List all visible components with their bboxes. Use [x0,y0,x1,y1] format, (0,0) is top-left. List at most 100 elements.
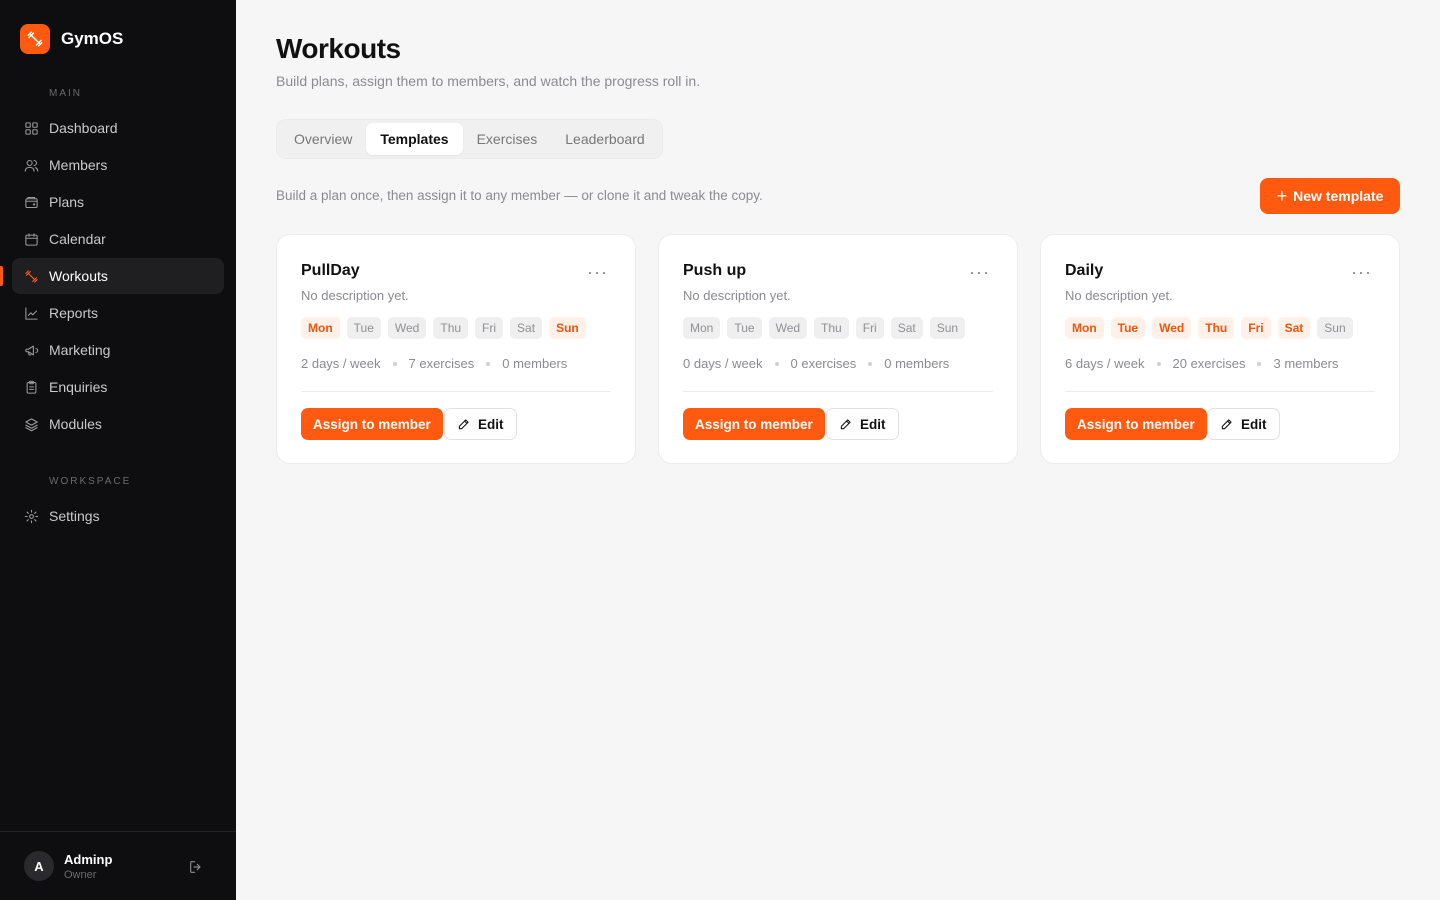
card-stats: 0 days / week 0 exercises 0 members [683,356,949,371]
day-chip-tue: Tue [346,317,381,339]
day-chips: Mon Tue Wed Thu Fri Sat Sun [1065,317,1360,339]
card-title: PullDay [301,262,360,279]
exercise-count: 7 exercises [408,356,475,371]
template-card: PullDay ··· No description yet. Mon Tue We… [276,234,636,464]
template-card: Push up ··· No description yet. Mon Tue We… [658,234,1018,464]
edit-label: Edit [1241,416,1267,432]
card-description: No description yet. [1065,288,1173,303]
new-template-button[interactable]: + New template [1260,178,1400,214]
users-icon [24,159,39,172]
card-divider [301,391,611,392]
sidebar-item-dashboard[interactable]: Dashboard [12,110,224,146]
dumbbell-icon [25,269,38,283]
day-chip-fri: Fri [475,317,504,339]
brand[interactable]: GymOS [20,24,123,54]
assign-to-member-button[interactable]: Assign to member [683,408,825,440]
user-info: Adminp Owner [64,852,112,881]
day-chip-thu: Thu [814,317,849,339]
sidebar-item-marketing[interactable]: Marketing [12,332,224,368]
edit-label: Edit [478,416,504,432]
day-chip-sat: Sat [510,317,543,339]
edit-button[interactable]: Edit [826,408,899,440]
sidebar-item-workouts[interactable]: Workouts [0,258,224,294]
template-cards: PullDay ··· No description yet. Mon Tue We… [276,234,1400,464]
logout-icon[interactable] [188,859,204,875]
separator-dot [868,361,873,366]
sidebar-item-plans[interactable]: Plans [12,184,224,220]
sidebar-item-enquiries[interactable]: Enquiries [12,369,224,405]
user-role: Owner [64,868,97,881]
more-options-icon[interactable]: ··· [969,263,990,281]
sidebar: GymOS MAIN Dashboard Members Plans Calen… [0,0,236,900]
sidebar-item-label: Settings [49,508,100,524]
day-chip-mon: Mon [683,317,721,339]
avatar[interactable]: A [24,851,54,881]
card-title: Daily [1065,262,1104,279]
separator-dot [486,361,491,366]
more-options-icon[interactable]: ··· [587,263,608,281]
more-options-icon[interactable]: ··· [1351,263,1372,281]
exercise-count: 20 exercises [1172,356,1246,371]
sidebar-item-label: Plans [49,194,85,210]
day-chip-mon: Mon [301,317,340,339]
days-per-week: 0 days / week [683,356,763,371]
chart-line-icon [25,306,38,320]
day-chip-tue: Tue [727,317,762,339]
card-description: No description yet. [301,288,409,303]
edit-button[interactable]: Edit [444,408,517,440]
day-chips: Mon Tue Wed Thu Fri Sat Sun [683,317,972,339]
member-count: 0 members [884,356,950,371]
page-subtitle: Build plans, assign them to members, and… [276,73,701,89]
pencil-icon [1221,419,1232,430]
card-divider [1065,391,1375,392]
new-template-label: New template [1293,188,1384,204]
separator-dot [1156,361,1161,366]
member-count: 3 members [1273,356,1339,371]
assign-to-member-button[interactable]: Assign to member [1065,408,1207,440]
card-description: No description yet. [683,288,791,303]
user-profile: A Adminp Owner [0,831,236,900]
sidebar-item-calendar[interactable]: Calendar [12,221,224,257]
section-label-main: MAIN [49,88,82,99]
sidebar-item-label: Dashboard [49,120,118,136]
day-chip-wed: Wed [1152,317,1192,339]
exercise-count: 0 exercises [790,356,857,371]
day-chip-thu: Thu [433,317,469,339]
day-chip-tue: Tue [1110,317,1146,339]
separator-dot [774,361,779,366]
page-title: Workouts [276,33,401,64]
tab-bar: Overview Templates Exercises Leaderboard [276,119,663,159]
sidebar-item-members[interactable]: Members [12,147,224,183]
separator-dot [1257,361,1262,366]
day-chip-thu: Thu [1198,317,1235,339]
tab-exercises[interactable]: Exercises [463,123,552,155]
day-chips: Mon Tue Wed Thu Fri Sat Sun [301,317,593,339]
tab-leaderboard[interactable]: Leaderboard [551,123,658,155]
brand-name: GymOS [61,29,124,48]
sidebar-workspace-nav: Settings [12,498,224,535]
edit-label: Edit [860,416,886,432]
plus-icon: + [1276,186,1288,206]
template-card: Daily ··· No description yet. Mon Tue Wed T… [1040,234,1400,464]
user-name: Adminp [64,851,113,867]
sidebar-item-reports[interactable]: Reports [12,295,224,331]
megaphone-icon [25,345,39,355]
card-stats: 6 days / week 20 exercises 3 members [1065,356,1339,371]
tab-templates[interactable]: Templates [366,123,463,155]
day-chip-mon: Mon [1065,317,1104,339]
edit-button[interactable]: Edit [1207,408,1280,440]
helper-text: Build a plan once, then assign it to any… [276,188,763,203]
day-chip-sun: Sun [929,317,966,339]
sidebar-item-settings[interactable]: Settings [12,498,224,534]
sidebar-item-modules[interactable]: Modules [12,406,224,442]
separator-dot [392,361,397,366]
day-chip-sat: Sat [890,317,923,339]
day-chip-fri: Fri [855,317,884,339]
day-chip-sat: Sat [1277,317,1311,339]
layers-icon [25,417,38,431]
dumbbell-logo-icon [20,24,50,54]
day-chip-wed: Wed [387,317,427,339]
assign-to-member-button[interactable]: Assign to member [301,408,443,440]
tab-overview[interactable]: Overview [280,123,366,155]
sidebar-nav: Dashboard Members Plans Calendar Workout… [0,110,224,443]
